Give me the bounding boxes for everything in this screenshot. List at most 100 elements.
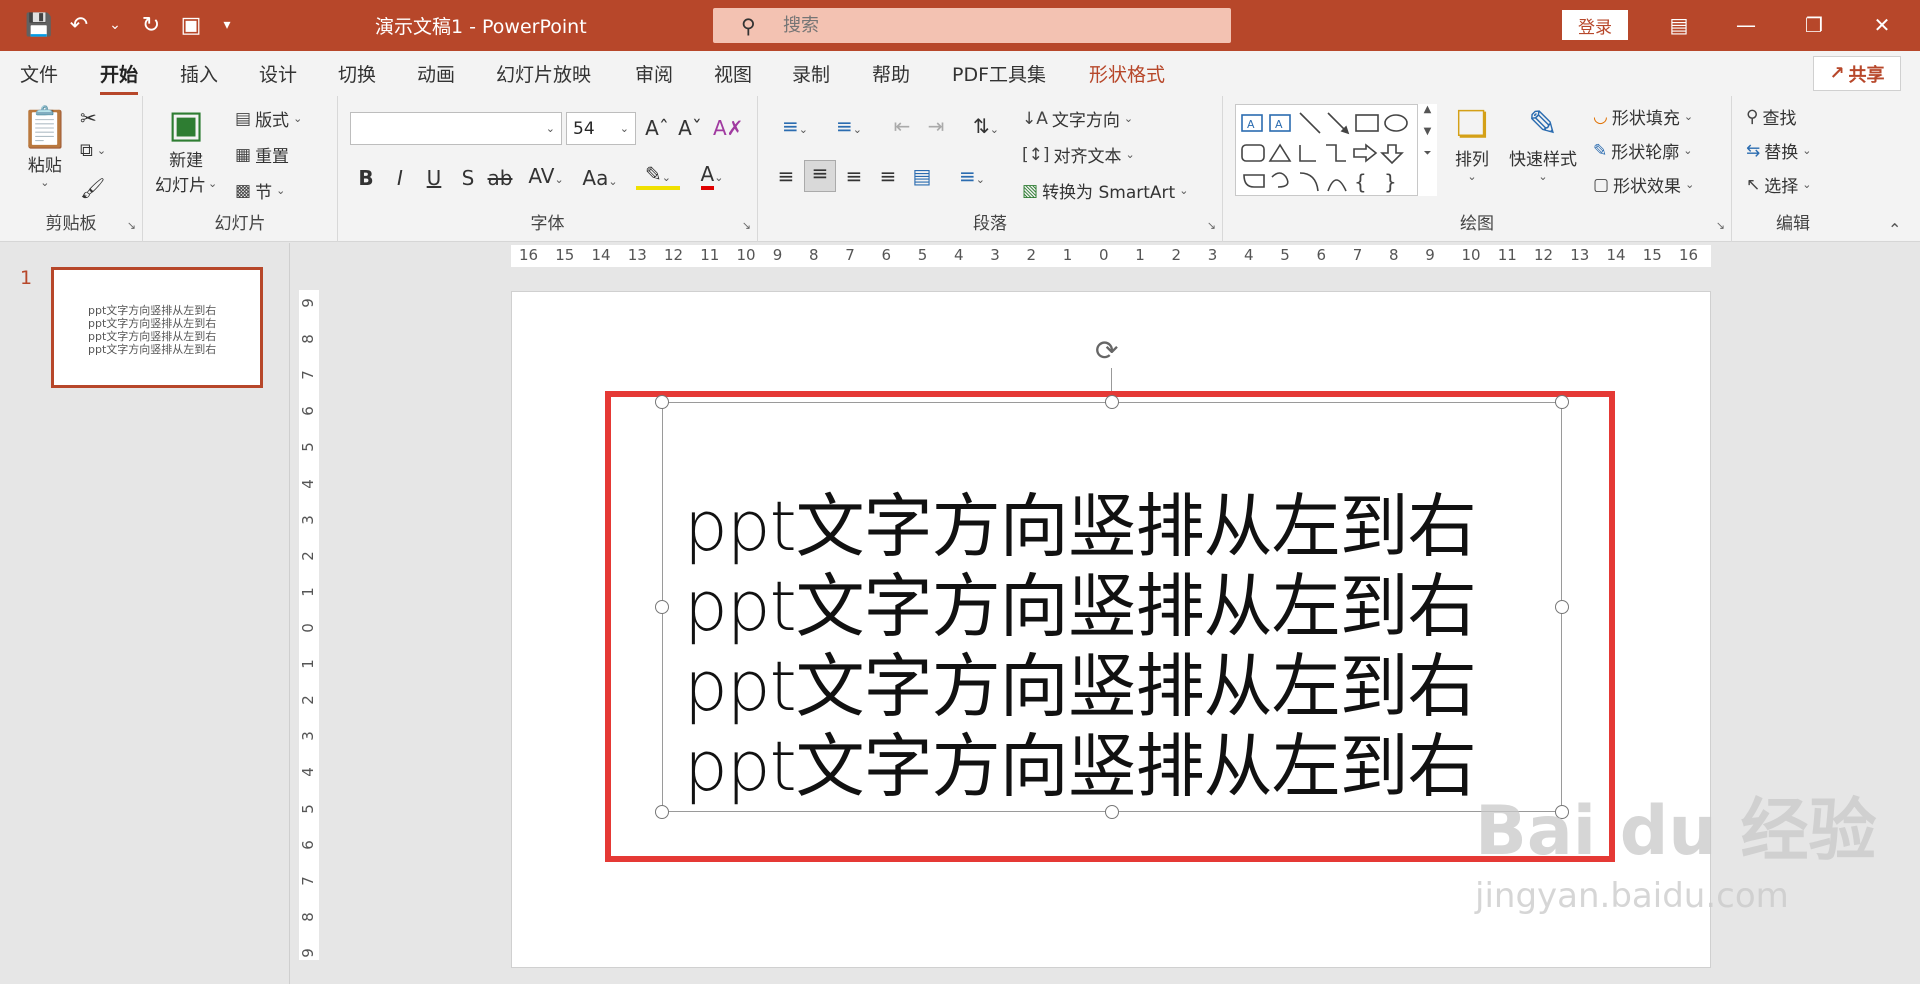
select-button[interactable]: ↖ 选择 ⌄ <box>1746 172 1811 198</box>
save-icon[interactable]: 💾 <box>24 10 54 40</box>
resize-handle[interactable] <box>1105 805 1119 819</box>
strikethrough-icon[interactable]: ab <box>486 166 514 190</box>
paste-label: 粘贴 <box>27 156 62 176</box>
text-line: ppt文字方向竖排从左到右 <box>684 487 1477 567</box>
paste-button[interactable]: 📋 粘贴 ⌄ <box>20 104 70 189</box>
distributed-icon[interactable]: ▤ <box>908 164 936 188</box>
resize-handle[interactable] <box>1555 395 1569 409</box>
justify-icon[interactable]: ≡ <box>874 164 902 188</box>
resize-handle[interactable] <box>655 805 669 819</box>
share-button[interactable]: ↗ 共享 <box>1813 56 1901 91</box>
bullets-icon[interactable]: ≡⌄ <box>772 114 818 138</box>
chevron-down-icon: ⌄ <box>619 122 629 135</box>
resize-handle[interactable] <box>655 395 669 409</box>
quick-styles-button[interactable]: ✎ 快速样式 ⌄ <box>1509 104 1577 183</box>
decrease-font-icon[interactable]: Aˇ <box>676 116 704 140</box>
decrease-indent-icon[interactable]: ⇤ <box>888 114 916 138</box>
tab-transitions[interactable]: 切换 <box>338 60 376 87</box>
replace-button[interactable]: ⇆ 替换 ⌄ <box>1746 138 1811 164</box>
character-spacing-icon[interactable]: AV⌄ <box>524 164 568 188</box>
section-button[interactable]: ▩ 节 ⌄ <box>235 178 285 204</box>
share-icon: ↗ <box>1829 63 1845 84</box>
change-case-icon[interactable]: Aa⌄ <box>578 166 622 190</box>
collapse-ribbon-icon[interactable]: ⌃ <box>1888 220 1901 239</box>
align-text-button[interactable]: [↕] 对齐文本 ⌄ <box>1022 142 1135 168</box>
dialog-launcher-icon[interactable]: ↘ <box>742 219 751 232</box>
slide-thumbnail[interactable]: ppt文字方向竖排从左到右 ppt文字方向竖排从左到右 ppt文字方向竖排从左到… <box>51 267 263 388</box>
tab-help[interactable]: 帮助 <box>872 60 910 87</box>
align-center-icon[interactable]: ≡ <box>804 160 836 192</box>
undo-icon[interactable]: ↶ <box>64 10 94 40</box>
group-label-editing: 编辑 <box>1776 214 1810 234</box>
numbering-icon[interactable]: ≡⌄ <box>826 114 872 138</box>
highlight-icon[interactable]: ✎⌄ <box>636 162 680 190</box>
arrange-button[interactable]: ❏ 排列 ⌄ <box>1455 104 1489 183</box>
login-button[interactable]: 登录 <box>1562 10 1628 40</box>
new-slide-button[interactable]: ▣ 新建 幻灯片 ⌄ <box>155 102 217 196</box>
arrange-icon: ❏ <box>1455 104 1489 145</box>
shape-gallery[interactable]: A A { } <box>1235 104 1435 196</box>
find-button[interactable]: ⚲ 查找 <box>1746 104 1796 130</box>
layout-button[interactable]: ▤ 版式 ⌄ <box>235 106 302 132</box>
slide-text-content[interactable]: ppt文字方向竖排从左到右 ppt文字方向竖排从左到右 ppt文字方向竖排从左到… <box>684 487 1477 807</box>
tab-review[interactable]: 审阅 <box>635 60 673 87</box>
shape-effects-label: 形状效果 <box>1613 177 1682 197</box>
tab-design[interactable]: 设计 <box>259 60 297 87</box>
rotate-handle-icon[interactable]: ⟳ <box>1095 334 1118 367</box>
columns-icon[interactable]: ≡⌄ <box>950 164 994 188</box>
tab-animations[interactable]: 动画 <box>417 60 455 87</box>
italic-icon[interactable]: I <box>386 166 414 190</box>
text-direction-button[interactable]: ↓A 文字方向 ⌄ <box>1022 106 1133 132</box>
resize-handle[interactable] <box>1555 600 1569 614</box>
ribbon-display-icon[interactable]: ▤ <box>1661 8 1697 42</box>
bold-icon[interactable]: B <box>352 166 380 190</box>
tab-slideshow[interactable]: 幻灯片放映 <box>496 60 591 87</box>
resize-handle[interactable] <box>655 600 669 614</box>
shape-effects-button[interactable]: ▢ 形状效果 ⌄ <box>1593 172 1694 198</box>
dialog-launcher-icon[interactable]: ↘ <box>127 219 136 232</box>
minimize-icon[interactable]: — <box>1728 8 1764 42</box>
align-right-icon[interactable]: ≡ <box>840 164 868 188</box>
shadow-icon[interactable]: S <box>454 166 482 190</box>
font-size-combo[interactable]: 54 ⌄ <box>566 112 636 145</box>
redo-icon[interactable]: ↻ <box>136 10 166 40</box>
shape-outline-button[interactable]: ✎ 形状轮廓 ⌄ <box>1593 138 1692 164</box>
resize-handle[interactable] <box>1105 395 1119 409</box>
search-input[interactable] <box>783 15 1183 36</box>
font-color-icon[interactable]: A⌄ <box>690 162 734 190</box>
tab-pdf-tools[interactable]: PDF工具集 <box>952 60 1046 87</box>
chevron-down-icon: ⌄ <box>40 176 50 189</box>
dialog-launcher-icon[interactable]: ↘ <box>1716 219 1725 232</box>
format-painter-icon[interactable]: 🖌 <box>80 176 105 200</box>
tab-shape-format[interactable]: 形状格式 <box>1089 60 1165 87</box>
clear-format-icon[interactable]: A✗ <box>713 116 743 140</box>
shape-fill-button[interactable]: ◡ 形状填充 ⌄ <box>1593 104 1693 130</box>
align-left-icon[interactable]: ≡ <box>772 164 800 188</box>
smartart-button[interactable]: ▧ 转换为 SmartArt ⌄ <box>1022 178 1188 204</box>
slide-number: 1 <box>20 267 33 289</box>
ruler-tick: 11 <box>1497 246 1517 264</box>
present-icon[interactable]: ▣ <box>176 10 206 40</box>
line-spacing-icon[interactable]: ⇅⌄ <box>964 114 1008 138</box>
tab-record[interactable]: 录制 <box>792 60 830 87</box>
cut-icon[interactable]: ✂ <box>80 106 97 130</box>
font-name-combo[interactable]: ⌄ <box>350 112 562 145</box>
restore-icon[interactable]: ❐ <box>1796 8 1832 42</box>
shape-gallery-scroll[interactable]: ▲ ▼ ⏷ <box>1417 104 1437 196</box>
customize-qat-icon[interactable]: ▾ <box>216 10 238 40</box>
undo-dropdown-icon[interactable]: ⌄ <box>104 10 126 40</box>
increase-indent-icon[interactable]: ⇥ <box>922 114 950 138</box>
tab-view[interactable]: 视图 <box>714 60 752 87</box>
increase-font-icon[interactable]: Aˆ <box>643 116 671 140</box>
shape-outline-icon: ✎ <box>1593 140 1608 161</box>
reset-button[interactable]: ▦ 重置 <box>235 142 289 168</box>
tab-home[interactable]: 开始 <box>100 60 139 95</box>
dialog-launcher-icon[interactable]: ↘ <box>1207 219 1216 232</box>
close-icon[interactable]: ✕ <box>1864 8 1900 42</box>
search-box[interactable]: ⚲ <box>713 8 1231 43</box>
tab-insert[interactable]: 插入 <box>180 60 218 87</box>
tab-file[interactable]: 文件 <box>20 60 58 87</box>
copy-icon[interactable]: ⧉ ⌄ <box>80 140 106 161</box>
underline-icon[interactable]: U <box>420 166 448 190</box>
ruler-tick: 0 <box>1099 246 1109 264</box>
